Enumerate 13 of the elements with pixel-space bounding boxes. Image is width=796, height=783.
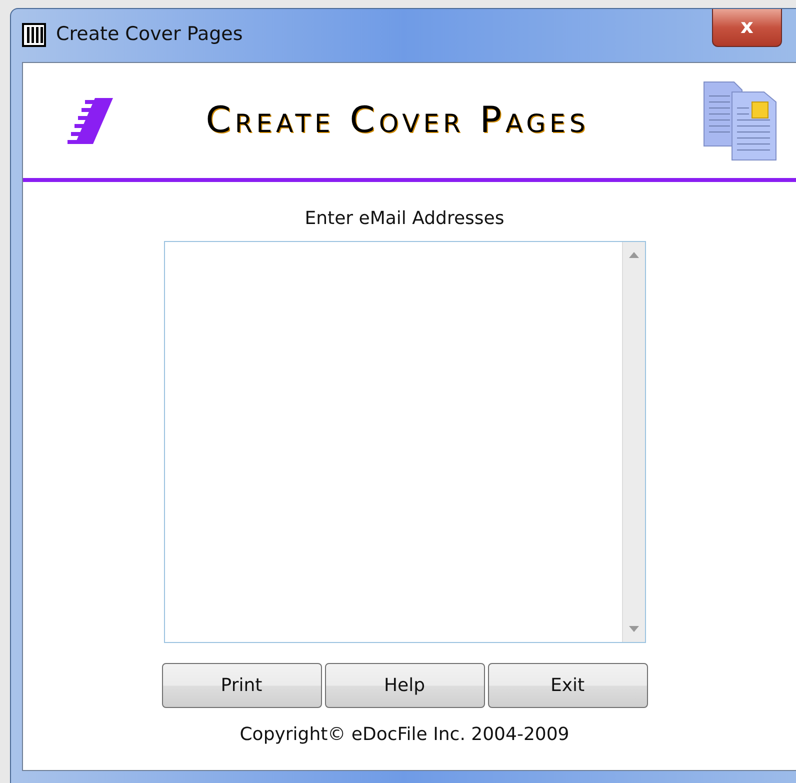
banner-title: Create Cover Pages bbox=[204, 100, 590, 141]
scroll-up-icon bbox=[628, 252, 638, 258]
copyright-text: Copyright© eDocFile Inc. 2004-2009 bbox=[240, 724, 570, 745]
action-button[interactable]: Print bbox=[162, 663, 322, 708]
close-button[interactable]: x bbox=[712, 9, 782, 47]
scrollbar[interactable] bbox=[622, 242, 644, 642]
email-input-field[interactable] bbox=[164, 241, 646, 643]
app-icon bbox=[22, 23, 46, 47]
scroll-down-icon bbox=[628, 626, 638, 632]
window-title: Create Cover Pages bbox=[56, 23, 243, 45]
action-button[interactable]: Exit bbox=[488, 663, 648, 708]
field-label: Enter eMail Addresses bbox=[304, 208, 504, 229]
action-button[interactable]: Help bbox=[324, 663, 484, 708]
